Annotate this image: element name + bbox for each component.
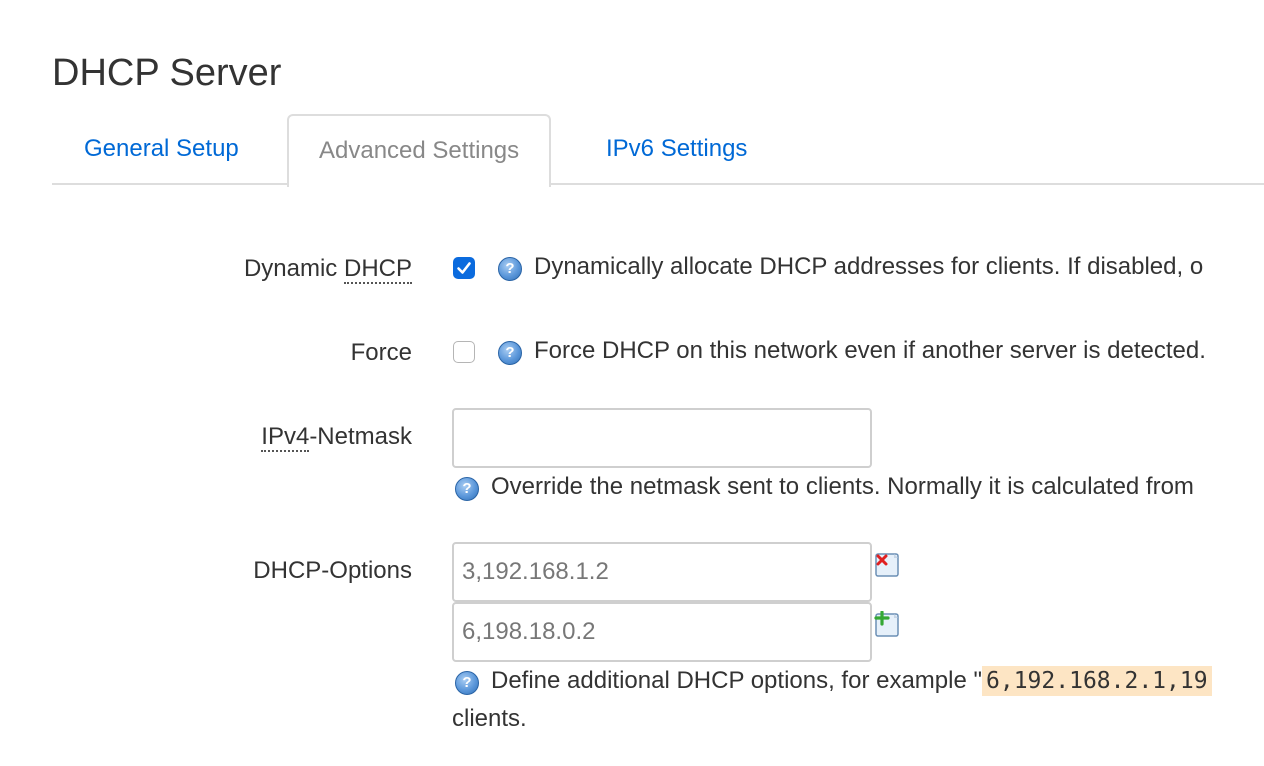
add-value-icon[interactable] <box>874 610 902 639</box>
ipv4-netmask-label-abbr: IPv4 <box>261 423 310 452</box>
dhcp-options-description-line2: clients. <box>452 705 527 732</box>
help-icon: ? <box>498 341 522 365</box>
remove-value-icon[interactable] <box>874 551 902 579</box>
force-description: Force DHCP on this network even if anoth… <box>534 337 1206 364</box>
dynamic-dhcp-label-prefix: Dynamic <box>243 255 344 282</box>
force-checkbox[interactable] <box>453 341 475 363</box>
dhcp-option-input-1[interactable] <box>452 542 872 602</box>
tab-advanced-settings[interactable]: Advanced Settings <box>287 114 552 187</box>
tab-general-setup[interactable]: General Setup <box>84 114 239 185</box>
force-label: Force <box>350 339 412 366</box>
page-title: DHCP Server <box>52 52 282 94</box>
dynamic-dhcp-description: Dynamically allocate DHCP addresses for … <box>534 253 1204 280</box>
dynamic-dhcp-label: Dynamic DHCP <box>243 255 412 284</box>
ipv4-netmask-input[interactable] <box>452 408 872 468</box>
help-icon: ? <box>455 477 479 501</box>
help-icon: ? <box>498 257 522 281</box>
ipv4-netmask-label-suffix: -Netmask <box>309 423 412 450</box>
tab-bar: General Setup Advanced Settings IPv6 Set… <box>52 114 1264 187</box>
ipv4-netmask-label: IPv4-Netmask <box>261 423 412 452</box>
help-icon: ? <box>455 671 479 695</box>
dynamic-dhcp-label-abbr: DHCP <box>343 255 412 284</box>
dhcp-options-description: Define additional DHCP options, for exam… <box>491 666 1212 696</box>
dynamic-dhcp-checkbox[interactable] <box>453 257 475 279</box>
dhcp-options-description-text: Define additional DHCP options, for exam… <box>491 667 983 694</box>
dhcp-options-example: 6,192.168.2.1,19 <box>982 666 1212 696</box>
dhcp-options-label: DHCP-Options <box>253 557 412 584</box>
dhcp-option-input-2[interactable] <box>452 602 872 662</box>
ipv4-netmask-description: Override the netmask sent to clients. No… <box>491 473 1194 500</box>
checkmark-icon <box>457 262 471 274</box>
tab-ipv6-settings[interactable]: IPv6 Settings <box>606 114 747 185</box>
